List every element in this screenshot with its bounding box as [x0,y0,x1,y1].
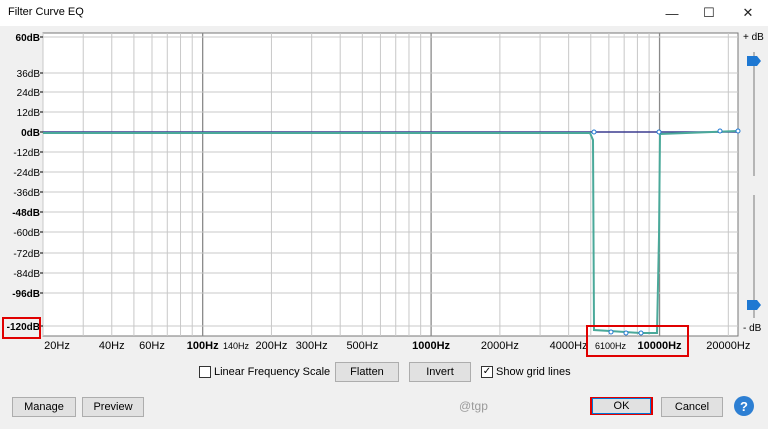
show-grid-lines-checkbox[interactable]: ✓ Show grid lines [481,366,571,378]
frequency-tick-label: 2000Hz [481,340,519,352]
db-tick-label: -12dB [13,148,40,159]
frequency-axis-labels: 20Hz 40Hz 60Hz 100Hz 140Hz 200Hz 300Hz 500Hz 100… [44,340,750,352]
slider-minus-db-label: - dB [743,323,762,334]
checkbox-box[interactable] [199,366,211,378]
frequency-tick-label: 40Hz [99,340,125,352]
eq-graph-area: 60dB 36dB 24dB 12dB 0dB -12dB -24dB -36dB -48dB -… [0,26,768,356]
cancel-button[interactable]: Cancel [661,397,723,417]
db-tick-label: -60dB [13,228,40,239]
maximize-button[interactable]: ☐ [689,0,729,26]
frequency-tick-label: 20000Hz [706,340,750,352]
preview-button[interactable]: Preview [82,397,144,417]
curve-control-point [656,129,662,135]
frequency-tick-label: 6100Hz [595,341,627,351]
db-tick-label: 0dB [21,128,40,139]
frequency-tick-label: 10000Hz [638,340,683,352]
frequency-tick-label: 20Hz [44,340,70,352]
title-bar: Filter Curve EQ — ☐ ✕ [0,0,768,26]
frequency-tick-label: 60Hz [139,340,165,352]
check-mark-icon[interactable]: ✓ [481,366,493,378]
db-tick-label: -24dB [13,168,40,179]
frequency-tick-label: 500Hz [346,340,378,352]
invert-button[interactable]: Invert [409,362,471,382]
db-tick-label: 36dB [17,69,41,80]
db-tick-label: 12dB [17,108,41,119]
db-axis-labels: 60dB 36dB 24dB 12dB 0dB -12dB -24dB -36dB -48dB -… [7,33,43,333]
curve-control-point [623,330,629,336]
db-tick-label: -36dB [13,188,40,199]
slider-plus-db-label: + dB [743,32,764,43]
gain-max-slider-thumb [747,56,761,66]
frequency-tick-label: 100Hz [187,340,219,352]
db-tick-label: 24dB [17,88,41,99]
curve-control-point [717,128,723,134]
db-tick-label: -72dB [13,249,40,260]
eq-curve-graph[interactable]: 60dB 36dB 24dB 12dB 0dB -12dB -24dB -36dB -48dB -… [0,26,768,356]
curve-control-point [591,129,597,135]
help-icon[interactable]: ? [734,396,754,416]
frequency-tick-label: 4000Hz [550,340,588,352]
minimize-button[interactable]: — [652,0,692,26]
ok-button[interactable]: OK [592,398,651,414]
frequency-tick-label: 140Hz [223,341,250,351]
frequency-tick-label: 300Hz [296,340,328,352]
show-grid-lines-label: Show grid lines [496,366,571,378]
window-title: Filter Curve EQ [8,6,84,18]
flatten-button[interactable]: Flatten [335,362,399,382]
curve-control-point [638,330,644,336]
db-tick-label: -120dB [7,322,40,333]
watermark-text: @tgp [459,399,488,413]
close-button[interactable]: ✕ [728,0,768,26]
db-tick-label: 60dB [16,33,40,44]
graph-background [42,32,739,337]
manage-button[interactable]: Manage [12,397,76,417]
db-tick-label: -84dB [13,269,40,280]
db-tick-label: -48dB [12,208,40,219]
frequency-tick-label: 200Hz [256,340,288,352]
db-tick-label: -96dB [12,289,40,300]
frequency-tick-label: 1000Hz [412,340,450,352]
curve-control-point [608,329,614,335]
linear-frequency-scale-label: Linear Frequency Scale [214,366,331,378]
curve-control-point [735,128,741,134]
gain-min-slider-thumb [747,300,761,310]
linear-frequency-scale-checkbox[interactable]: Linear Frequency Scale [199,366,330,378]
